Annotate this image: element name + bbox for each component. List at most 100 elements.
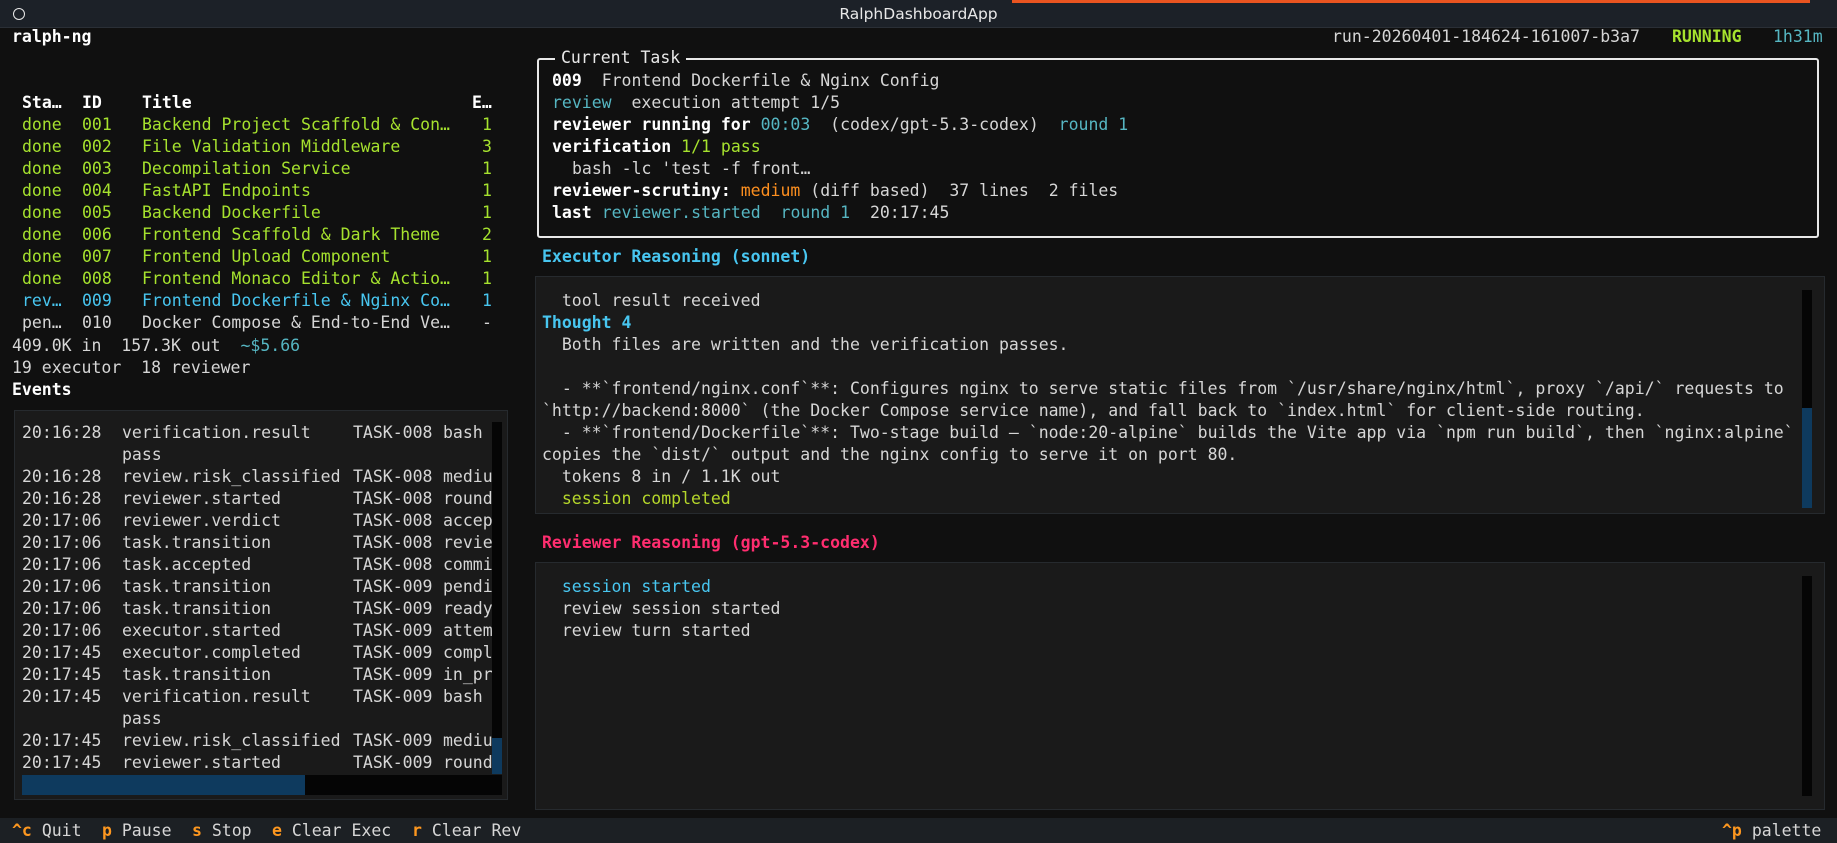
- event-detail: compl: [443, 643, 493, 662]
- executor-tokens: tokens 8 in / 1.1K out: [542, 467, 781, 486]
- run-status-badge: RUNNING: [1672, 27, 1742, 46]
- tokens-out: 157.3K out: [121, 336, 221, 355]
- task-cell-title: Frontend Upload Component: [142, 247, 391, 266]
- task-cell-title: Frontend Scaffold & Dark Theme: [142, 225, 441, 244]
- app-name: ralph-ng: [12, 27, 92, 46]
- events-vscroll-thumb[interactable]: [492, 738, 502, 774]
- event-type: task.transition: [122, 533, 272, 552]
- col-header-status[interactable]: Sta…: [22, 92, 62, 114]
- event-type: reviewer.started: [122, 489, 281, 508]
- event-detail: in_pr: [443, 665, 493, 684]
- reviewer-line: review session started: [542, 599, 781, 618]
- verification-value: 1/1 pass: [681, 137, 761, 156]
- task-cell-executions: 1: [482, 291, 492, 310]
- task-cell-status: done: [22, 159, 62, 178]
- task-phase-line: review execution attempt 1/5: [552, 92, 840, 114]
- events-hscroll-thumb[interactable]: [22, 775, 305, 795]
- task-cell-executions: 1: [482, 203, 492, 222]
- task-cell-id: 002: [82, 137, 112, 156]
- task-cell-id: 001: [82, 115, 112, 134]
- event-time: 20:16:28: [22, 489, 102, 508]
- event-task: TASK-009: [353, 687, 433, 706]
- event-task: TASK-008: [353, 511, 433, 530]
- tokens-in: 409.0K in: [12, 336, 102, 355]
- event-detail: attem: [443, 621, 493, 640]
- event-task: TASK-009: [353, 643, 433, 662]
- event-task: TASK-009: [353, 621, 433, 640]
- event-task: TASK-008: [353, 555, 433, 574]
- reviewer-vscrollbar[interactable]: [1802, 576, 1812, 796]
- event-type: task.transition: [122, 665, 272, 684]
- last-label: last: [552, 203, 592, 222]
- event-type: task.transition: [122, 577, 272, 596]
- event-type: task.accepted: [122, 555, 252, 574]
- reviewer-status-line: reviewer running for 00:03 (codex/gpt-5.…: [552, 114, 1128, 136]
- executor-line: `http://backend:8000` (the Docker Compos…: [542, 401, 1645, 420]
- executor-line: - **`frontend/nginx.conf`**: Configures …: [542, 379, 1784, 398]
- event-task: TASK-009: [353, 599, 433, 618]
- event-detail: ready: [443, 599, 493, 618]
- task-cell-executions: 1: [482, 115, 492, 134]
- event-detail: revie: [443, 533, 493, 552]
- event-task: TASK-008: [353, 489, 433, 508]
- stop-binding[interactable]: s Stop: [192, 820, 252, 842]
- task-phase: review: [552, 93, 612, 112]
- events-heading: Events: [12, 380, 72, 399]
- task-header: 009 Frontend Dockerfile & Nginx Config: [552, 70, 939, 92]
- event-type: verification.result: [122, 687, 311, 706]
- event-time: 20:17:06: [22, 511, 102, 530]
- col-header-id[interactable]: ID: [82, 92, 102, 114]
- task-cell-executions: 1: [482, 269, 492, 288]
- scrutiny-line: reviewer-scrutiny: medium (diff based) 3…: [552, 180, 1118, 202]
- executor-thought-heading: Thought 4: [542, 313, 632, 332]
- executor-line: copies the `dist/` output and the nginx …: [542, 445, 1238, 464]
- reviewer-round: round 1: [1058, 115, 1129, 134]
- task-cell-title: FastAPI Endpoints: [142, 181, 311, 200]
- quit-binding[interactable]: ^c Quit: [12, 820, 82, 842]
- event-time: 20:17:06: [22, 533, 102, 552]
- clear-rev-binding[interactable]: r Clear Rev: [412, 820, 521, 842]
- token-stats: 409.0K in 157.3K out ~$5.66: [12, 335, 300, 357]
- task-cell-status: done: [22, 115, 62, 134]
- event-type: pass: [122, 709, 162, 728]
- task-cell-status: done: [22, 269, 62, 288]
- task-title: Frontend Dockerfile & Nginx Config: [601, 71, 940, 90]
- window-titlebar: RalphDashboardApp: [0, 0, 1837, 28]
- col-header-title[interactable]: Title: [142, 92, 192, 114]
- executor-vscroll-thumb[interactable]: [1802, 408, 1812, 508]
- task-cell-status: pen…: [22, 313, 62, 332]
- task-cell-title: Frontend Monaco Editor & Actio…: [142, 269, 450, 288]
- verification-command: bash -lc 'test -f front…: [572, 159, 811, 178]
- task-attempt: execution attempt 1/5: [631, 93, 841, 112]
- task-cell-title: Docker Compose & End-to-End Ve…: [142, 313, 450, 332]
- executor-panel-title: Executor Reasoning (sonnet): [542, 247, 811, 266]
- cost: ~$5.66: [240, 336, 301, 355]
- task-cell-id: 003: [82, 159, 112, 178]
- event-time: 20:16:28: [22, 423, 102, 442]
- reviewer-running-time: 00:03: [760, 115, 811, 134]
- event-task: TASK-009: [353, 577, 433, 596]
- event-detail: round: [443, 489, 493, 508]
- task-cell-executions: -: [482, 313, 492, 332]
- event-detail: accep: [443, 511, 493, 530]
- clear-exec-binding[interactable]: e Clear Exec: [272, 820, 391, 842]
- task-cell-id: 008: [82, 269, 112, 288]
- pause-binding[interactable]: p Pause: [102, 820, 172, 842]
- verification-label: verification: [552, 137, 672, 156]
- event-time: 20:16:28: [22, 467, 102, 486]
- event-type: pass: [122, 445, 162, 464]
- reviewer-panel-title: Reviewer Reasoning (gpt-5.3-codex): [542, 533, 880, 552]
- executor-line: tool result received: [542, 291, 761, 310]
- last-event: reviewer.started: [601, 203, 761, 222]
- window-title: RalphDashboardApp: [839, 5, 998, 23]
- col-header-executions[interactable]: E…: [472, 92, 492, 114]
- events-vscrollbar[interactable]: [492, 422, 502, 774]
- event-type: executor.completed: [122, 643, 301, 662]
- event-detail: pendi: [443, 577, 493, 596]
- task-cell-executions: 1: [482, 247, 492, 266]
- task-cell-executions: 1: [482, 181, 492, 200]
- event-time: 20:17:06: [22, 621, 102, 640]
- task-cell-id: 004: [82, 181, 112, 200]
- palette-binding[interactable]: ^p palette: [1722, 820, 1821, 842]
- task-cell-status: done: [22, 203, 62, 222]
